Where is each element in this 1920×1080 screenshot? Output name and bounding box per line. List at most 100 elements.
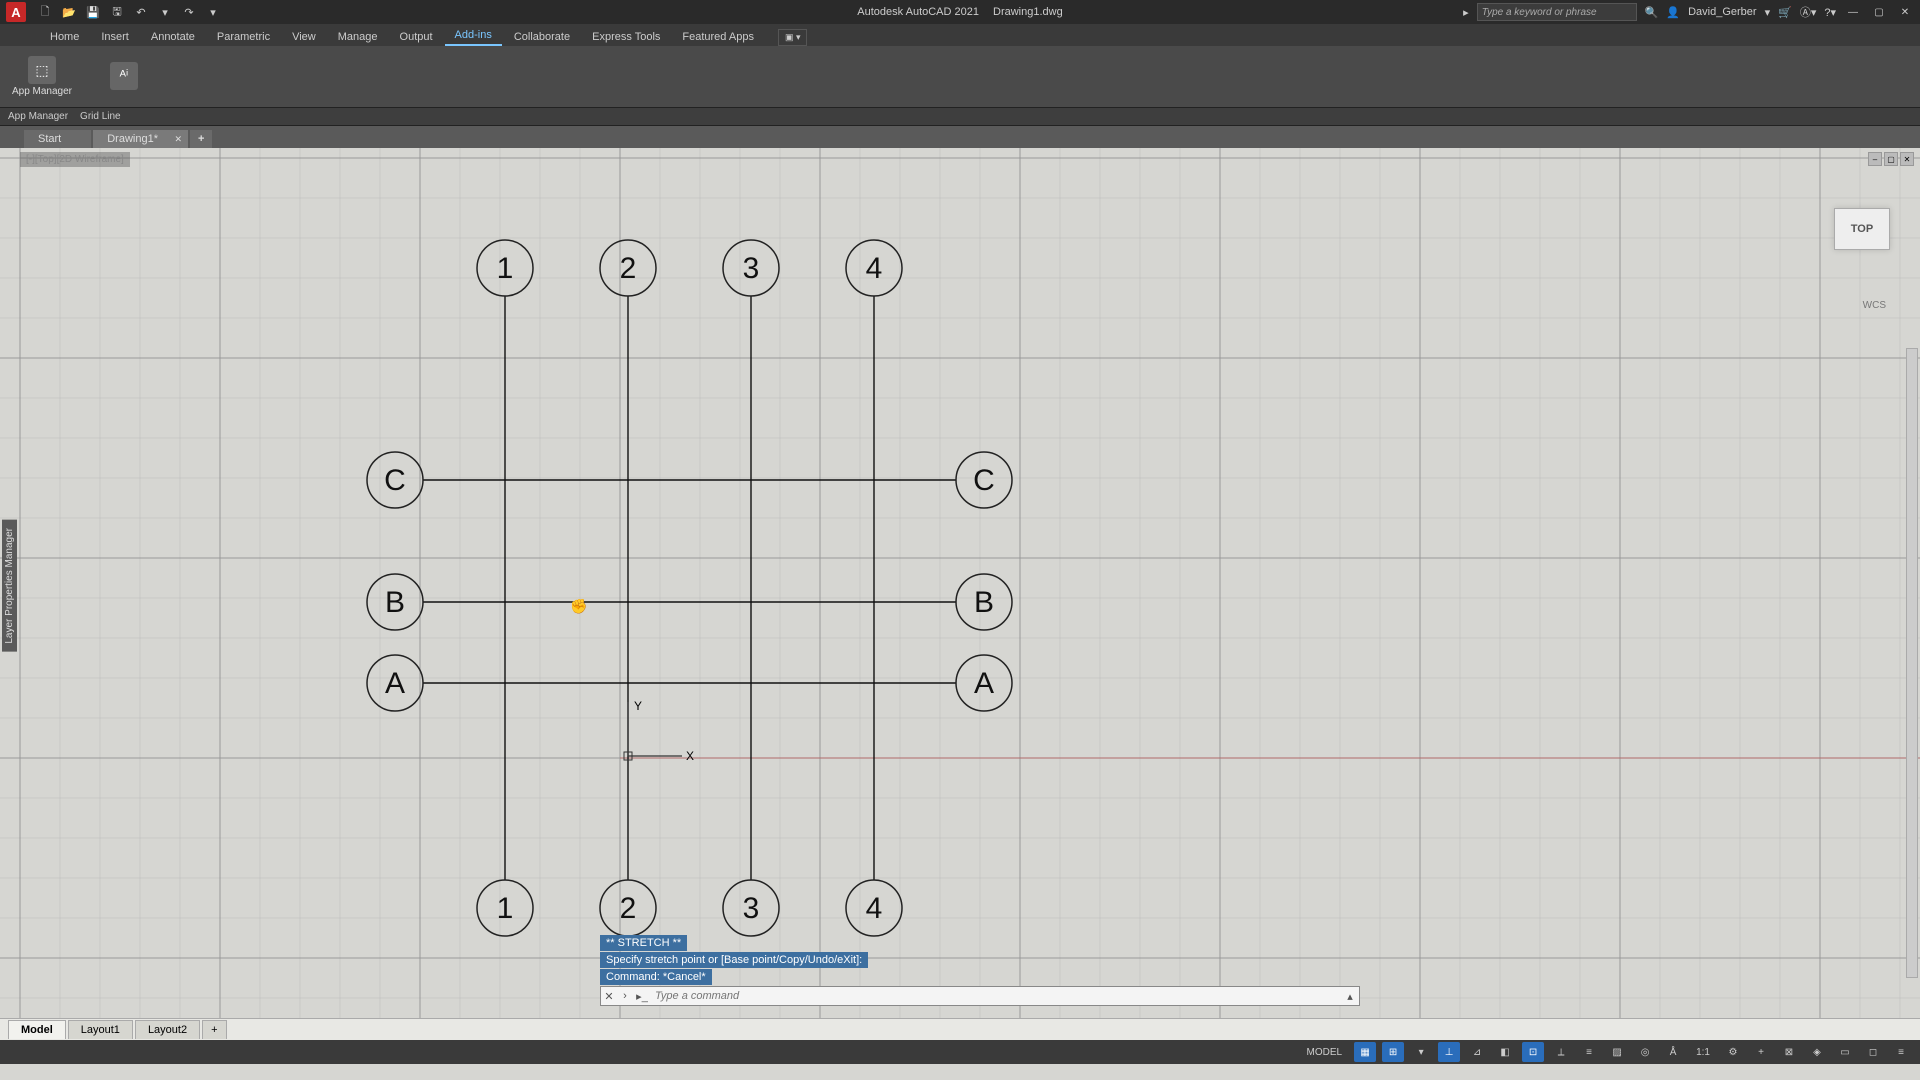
- search-trigger-icon[interactable]: ▸: [1463, 6, 1469, 19]
- search-placeholder: Type a keyword or phrase: [1482, 7, 1597, 18]
- command-recent-icon[interactable]: ›: [617, 990, 633, 1002]
- search-icon[interactable]: 🔍: [1645, 6, 1659, 19]
- command-history-up-icon[interactable]: ▴: [1341, 990, 1359, 1003]
- layer-properties-tab[interactable]: Layer Properties Manager: [2, 520, 17, 652]
- ribbon-sub-app-manager[interactable]: App Manager: [8, 111, 68, 122]
- status-ws-button[interactable]: ▭: [1834, 1042, 1856, 1062]
- vertical-scrollbar[interactable]: [1906, 348, 1918, 978]
- qat-save[interactable]: 💾: [84, 3, 102, 21]
- doc-tab-close-icon[interactable]: ✕: [174, 134, 182, 145]
- ribbon-tab-annotate[interactable]: Annotate: [141, 28, 205, 46]
- status-iso-button[interactable]: ◧: [1494, 1042, 1516, 1062]
- ucs-icon[interactable]: YX: [624, 699, 694, 763]
- ribbon-panel-item-0[interactable]: ⬚App Manager: [6, 49, 78, 105]
- doc-tab-start[interactable]: Start: [24, 130, 91, 148]
- wcs-label[interactable]: WCS: [1863, 300, 1886, 311]
- ribbon-tab-insert[interactable]: Insert: [91, 28, 139, 46]
- doc-tab-add[interactable]: +: [190, 130, 212, 148]
- grid-bubble-right-A[interactable]: A: [956, 655, 1012, 711]
- close-button[interactable]: ✕: [1896, 4, 1914, 20]
- app-logo[interactable]: A: [6, 2, 26, 22]
- command-close-icon[interactable]: ✕: [601, 990, 617, 1003]
- status-menu-button[interactable]: ≡: [1890, 1042, 1912, 1062]
- grid-bubble-left-C[interactable]: C: [367, 452, 423, 508]
- ribbon-tab-add-ins[interactable]: Add-ins: [445, 26, 502, 46]
- drawing-svg[interactable]: 11223344CCBBAAYX: [0, 148, 1920, 1018]
- doc-tab-drawing1[interactable]: Drawing1*✕: [93, 130, 188, 148]
- ribbon-tab-express-tools[interactable]: Express Tools: [582, 28, 670, 46]
- vp-minimize[interactable]: –: [1868, 152, 1882, 166]
- status-model-label[interactable]: MODEL: [1301, 1047, 1349, 1058]
- layout-tabs: ModelLayout1Layout2+: [0, 1018, 1920, 1040]
- qat-redo-drop[interactable]: ▾: [204, 3, 222, 21]
- ribbon-tab-featured-apps[interactable]: Featured Apps: [672, 28, 764, 46]
- grid-bubble-right-C-label: C: [973, 464, 995, 497]
- grid-bubble-bottom-1[interactable]: 1: [477, 880, 533, 936]
- qat-open[interactable]: 📂: [60, 3, 78, 21]
- status-polar-button[interactable]: ⊿: [1466, 1042, 1488, 1062]
- status-infer-button[interactable]: ▾: [1410, 1042, 1432, 1062]
- grid-bubble-bottom-3[interactable]: 3: [723, 880, 779, 936]
- grid-bubble-top-2[interactable]: 2: [600, 240, 656, 296]
- viewcube[interactable]: TOP: [1834, 208, 1890, 250]
- status-ortho-button[interactable]: ⊥: [1438, 1042, 1460, 1062]
- search-input[interactable]: Type a keyword or phrase: [1477, 3, 1637, 21]
- status-plus-button[interactable]: +: [1750, 1042, 1772, 1062]
- command-input[interactable]: [651, 990, 1341, 1002]
- drawing-canvas[interactable]: [-][Top][2D Wireframe] – ▢ ✕ TOP WCS 1 1 2…: [0, 148, 1920, 1018]
- ribbon-tab-manage[interactable]: Manage: [328, 28, 388, 46]
- viewport-label[interactable]: [-][Top][2D Wireframe]: [20, 152, 130, 167]
- ribbon-panel: ⬚App Managerᴬⁱ: [0, 46, 1920, 108]
- grid-bubble-left-B[interactable]: B: [367, 574, 423, 630]
- status-osnap-button[interactable]: ⊡: [1522, 1042, 1544, 1062]
- qat-new[interactable]: 🗋: [36, 3, 54, 21]
- user-name[interactable]: David_Gerber: [1688, 6, 1756, 18]
- status-otrack-button[interactable]: ⟂: [1550, 1042, 1572, 1062]
- grid-bubble-left-A[interactable]: A: [367, 655, 423, 711]
- status-qp-button[interactable]: ◈: [1806, 1042, 1828, 1062]
- minimize-button[interactable]: ―: [1844, 4, 1862, 20]
- status-grid-button[interactable]: ▦: [1354, 1042, 1376, 1062]
- ribbon-tab-collaborate[interactable]: Collaborate: [504, 28, 580, 46]
- vp-maximize[interactable]: ▢: [1884, 152, 1898, 166]
- grid-bubble-right-B[interactable]: B: [956, 574, 1012, 630]
- user-icon[interactable]: 👤: [1666, 6, 1680, 19]
- status-transp-button[interactable]: ▨: [1606, 1042, 1628, 1062]
- ribbon-tab-parametric[interactable]: Parametric: [207, 28, 280, 46]
- layout-tab-layout2[interactable]: Layout2: [135, 1020, 200, 1039]
- qat-redo[interactable]: ↷: [180, 3, 198, 21]
- grid-bubble-top-1[interactable]: 1: [477, 240, 533, 296]
- status-annomon-button[interactable]: Å: [1662, 1042, 1684, 1062]
- layout-tab-add[interactable]: +: [202, 1020, 226, 1039]
- status-clean-button[interactable]: ◻: [1862, 1042, 1884, 1062]
- status-iso2-button[interactable]: ⊠: [1778, 1042, 1800, 1062]
- status-cycle-button[interactable]: ◎: [1634, 1042, 1656, 1062]
- status-snap-button[interactable]: ⊞: [1382, 1042, 1404, 1062]
- grid-bubble-top-4[interactable]: 4: [846, 240, 902, 296]
- cart-icon[interactable]: 🛒: [1778, 6, 1792, 19]
- viewport-window-controls: – ▢ ✕: [1868, 152, 1914, 166]
- maximize-button[interactable]: ▢: [1870, 4, 1888, 20]
- qat-saveas[interactable]: 🖫: [108, 3, 126, 21]
- status-scale[interactable]: 1:1: [1690, 1047, 1716, 1058]
- help-icon[interactable]: ?▾: [1824, 6, 1836, 19]
- app-switch-icon[interactable]: Ⓐ▾: [1800, 4, 1817, 20]
- ribbon-box-tab[interactable]: ▣ ▾: [778, 29, 808, 46]
- status-gear-button[interactable]: ⚙: [1722, 1042, 1744, 1062]
- grid-bubble-right-C[interactable]: C: [956, 452, 1012, 508]
- layout-tab-model[interactable]: Model: [8, 1020, 66, 1039]
- user-drop-icon[interactable]: ▾: [1765, 6, 1771, 19]
- layout-tab-layout1[interactable]: Layout1: [68, 1020, 133, 1039]
- ribbon-tab-output[interactable]: Output: [390, 28, 443, 46]
- status-lwt-button[interactable]: ≡: [1578, 1042, 1600, 1062]
- qat-undo-drop[interactable]: ▾: [156, 3, 174, 21]
- grid-bubble-bottom-2[interactable]: 2: [600, 880, 656, 936]
- qat-undo[interactable]: ↶: [132, 3, 150, 21]
- grid-bubble-top-3[interactable]: 3: [723, 240, 779, 296]
- ribbon-panel-item-1[interactable]: ᴬⁱ: [88, 49, 160, 105]
- vp-close[interactable]: ✕: [1900, 152, 1914, 166]
- ribbon-tab-home[interactable]: Home: [40, 28, 89, 46]
- grid-bubble-bottom-4[interactable]: 4: [846, 880, 902, 936]
- ribbon-tab-view[interactable]: View: [282, 28, 326, 46]
- ribbon-sub-grid-line[interactable]: Grid Line: [80, 111, 121, 122]
